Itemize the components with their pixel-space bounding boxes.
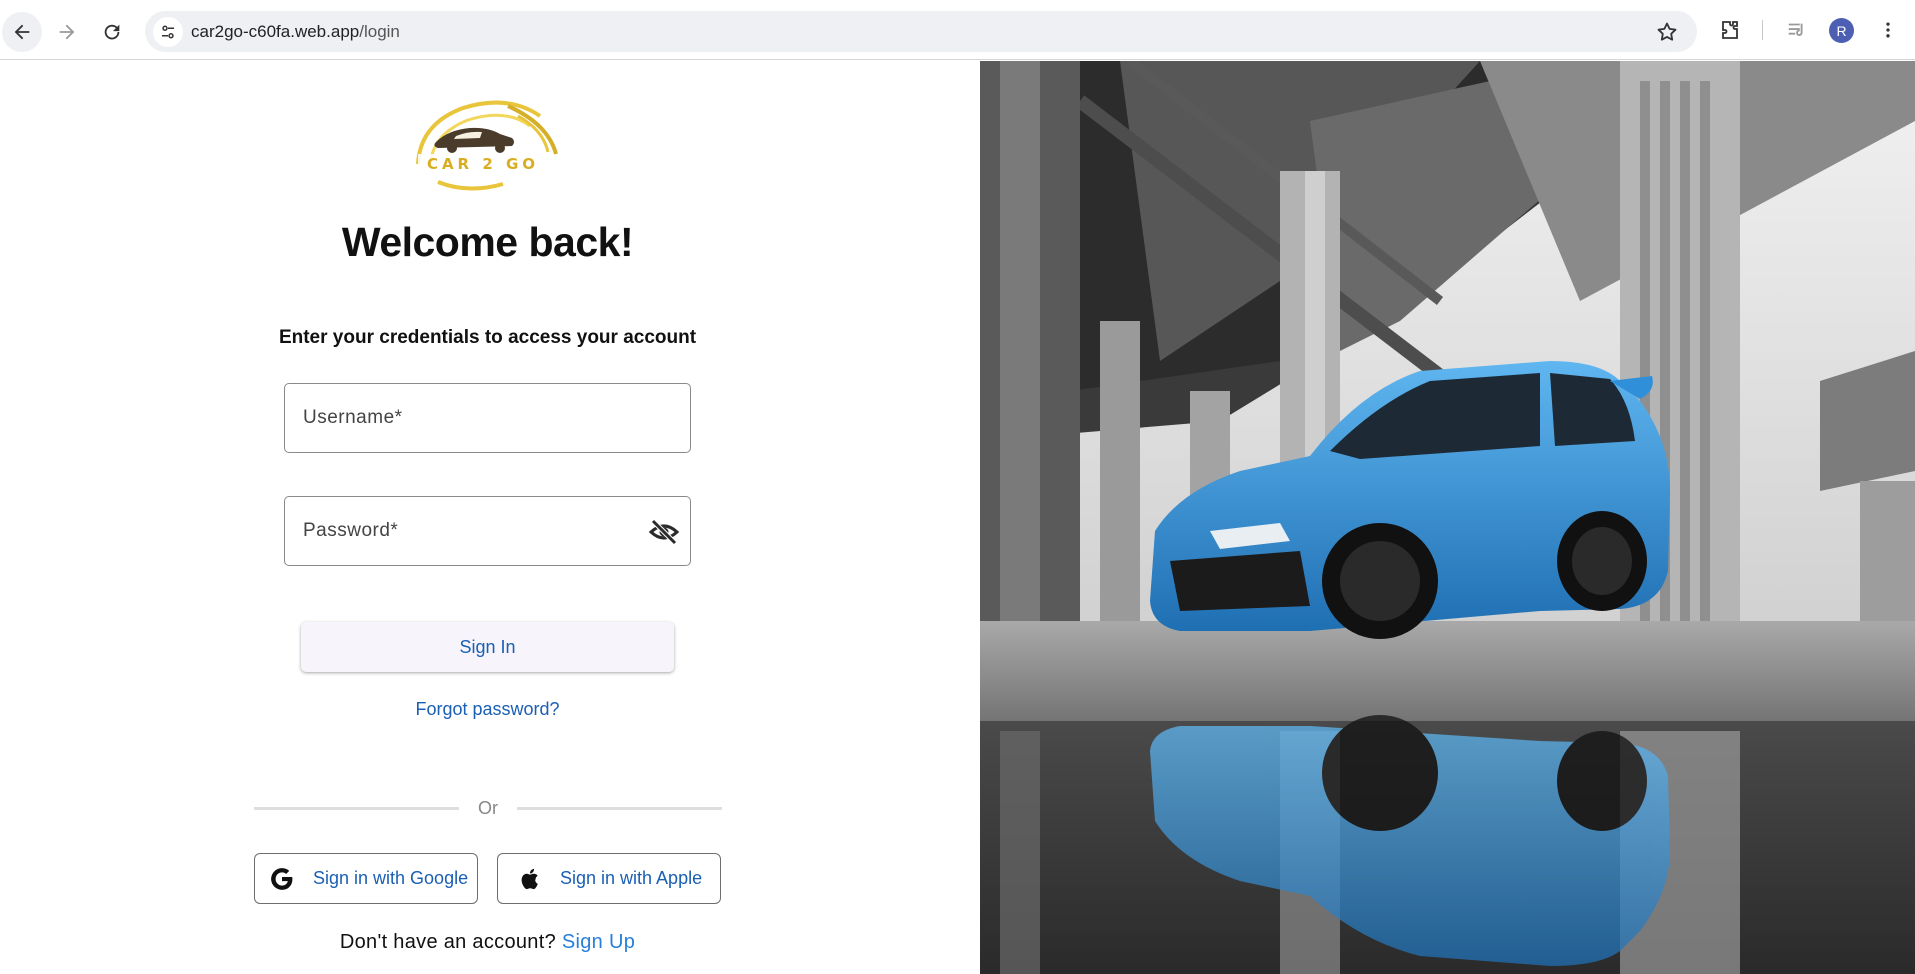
kebab-menu-icon (1886, 22, 1890, 38)
sign-up-row: Don't have an account? Sign Up (0, 931, 975, 954)
profile-avatar[interactable]: R (1829, 18, 1854, 43)
address-bar[interactable]: car2go-c60fa.web.app/login (145, 11, 1697, 52)
sign-in-button[interactable]: Sign In (301, 622, 674, 672)
url-text[interactable]: car2go-c60fa.web.app/login (191, 22, 400, 42)
hero-image (980, 61, 1915, 974)
google-sign-in-button[interactable]: Sign in with Google (254, 853, 478, 904)
or-divider: Or (254, 798, 722, 818)
tune-icon (162, 25, 174, 39)
apple-button-label: Sign in with Apple (560, 868, 703, 888)
toolbar-separator (1762, 20, 1763, 40)
eye-off-icon[interactable] (648, 517, 680, 547)
star-icon[interactable] (1655, 20, 1679, 44)
google-button-label: Sign in with Google (313, 868, 469, 888)
divider-line-right (517, 807, 722, 810)
url-host: car2go-c60fa.web.app (191, 22, 360, 41)
car-photo (980, 61, 1915, 974)
sign-up-link[interactable]: Sign Up (562, 931, 635, 953)
logo-text: CAR 2 GO (427, 155, 539, 173)
page-subtitle: Enter your credentials to access your ac… (278, 327, 697, 348)
media-queue-icon (1788, 23, 1803, 36)
page-title: Welcome back! (341, 219, 634, 265)
reload-button[interactable] (92, 12, 132, 52)
browser-toolbar: car2go-c60fa.web.app/login R (0, 0, 1915, 60)
apple-icon (521, 868, 538, 889)
url-path: /login (359, 22, 400, 41)
password-field[interactable] (284, 496, 691, 566)
login-page: CAR 2 GO Welcome back! Enter your creden… (0, 61, 1915, 974)
apple-sign-in-button[interactable]: Sign in with Apple (497, 853, 721, 904)
extensions-button[interactable] (1716, 16, 1744, 44)
media-button[interactable] (1783, 16, 1811, 44)
tab-strip (0, 0, 1915, 10)
username-input[interactable] (303, 384, 643, 452)
google-icon (271, 867, 293, 890)
forgot-password-link[interactable]: Forgot password? (0, 699, 975, 720)
site-info-button[interactable] (153, 17, 183, 47)
browser-menu-button[interactable] (1874, 16, 1902, 44)
forward-button[interactable] (47, 12, 87, 52)
arrow-left-icon (14, 24, 30, 40)
arrow-right-icon (59, 24, 75, 40)
back-button[interactable] (2, 12, 42, 52)
puzzle-icon (1722, 21, 1738, 39)
reload-icon (104, 24, 120, 40)
login-panel: CAR 2 GO Welcome back! Enter your creden… (0, 61, 980, 974)
password-input[interactable] (303, 497, 643, 565)
username-field[interactable] (284, 383, 691, 453)
sign-up-prompt: Don't have an account? (339, 931, 556, 953)
car2go-logo: CAR 2 GO (416, 100, 558, 191)
